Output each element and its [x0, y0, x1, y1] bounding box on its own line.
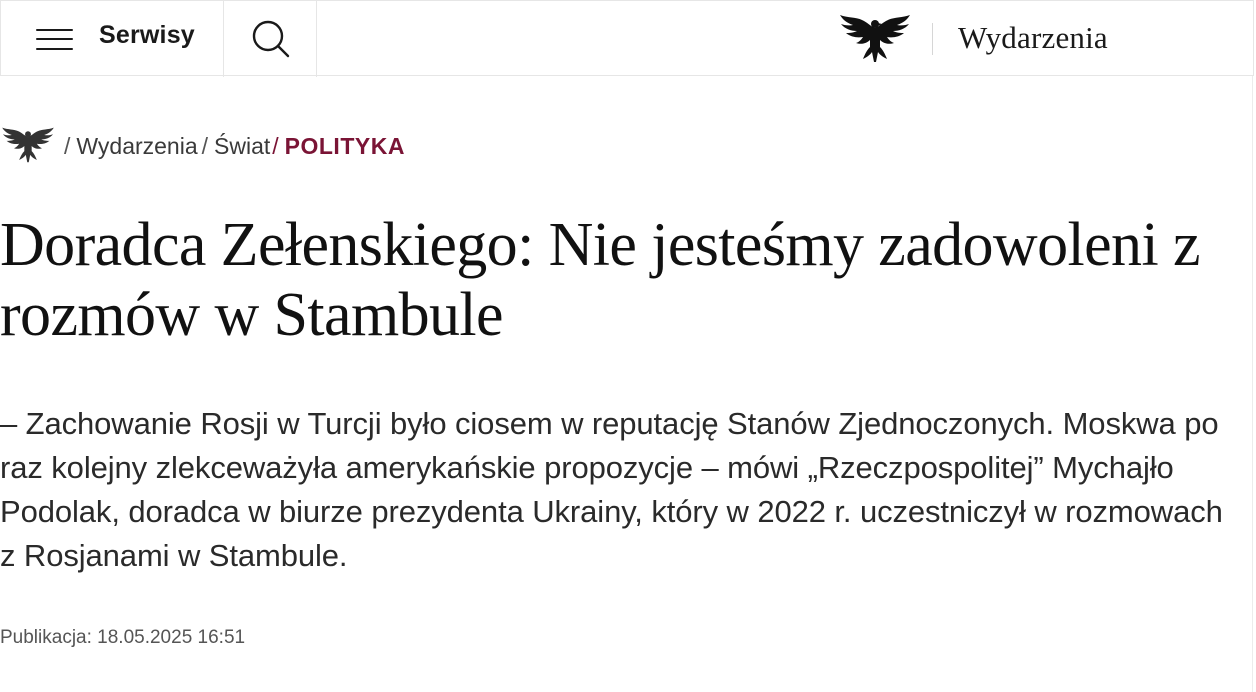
- publication-date: Publikacja: 18.05.2025 16:51: [0, 627, 246, 648]
- section-title-link[interactable]: Wydarzenia: [958, 20, 1108, 56]
- top-navigation-bar: Serwisy Wydarzenia: [0, 0, 1254, 77]
- eagle-home-icon[interactable]: [0, 126, 56, 166]
- breadcrumb-separator: /: [201, 132, 209, 159]
- breadcrumb-separator: /: [272, 132, 279, 159]
- hamburger-icon: [36, 27, 73, 51]
- services-menu-label: Serwisy: [99, 21, 195, 49]
- breadcrumb: / Wydarzenia / Świat / POLITYKA: [0, 124, 405, 168]
- article-lead: – Zachowanie Rosji w Turcji było ciosem …: [0, 406, 1223, 573]
- search-icon: [252, 20, 290, 58]
- brand-divider: [932, 23, 933, 55]
- breadcrumb-item-swiat[interactable]: Świat: [214, 133, 270, 160]
- breadcrumb-item-wydarzenia[interactable]: Wydarzenia: [76, 133, 197, 160]
- article-title: Doradca Zełenskiego: Nie jesteśmy zadowo…: [0, 211, 1201, 349]
- breadcrumb-separator: /: [64, 132, 71, 159]
- page-edge-divider: [1252, 76, 1253, 692]
- search-button[interactable]: [224, 1, 317, 77]
- breadcrumb-item-polityka[interactable]: POLITYKA: [285, 133, 405, 160]
- services-menu-button[interactable]: Serwisy: [1, 1, 224, 77]
- eagle-logo-icon[interactable]: [837, 14, 913, 66]
